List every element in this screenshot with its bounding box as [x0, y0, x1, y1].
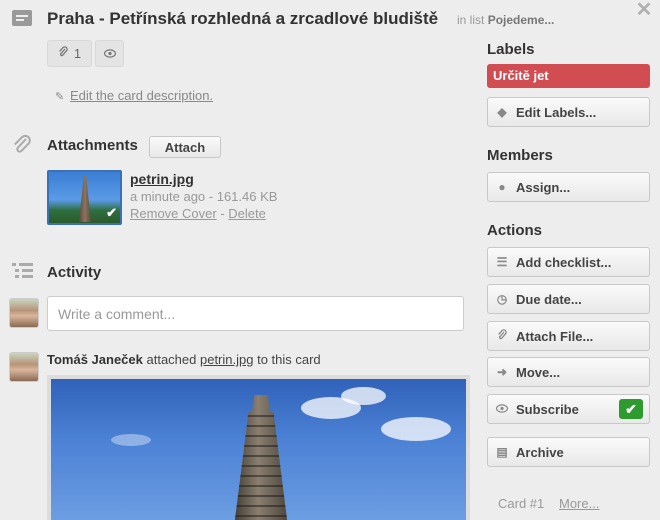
list-name-link[interactable]: Pojedeme... [488, 13, 555, 27]
archive-button[interactable]: ▤ Archive [487, 437, 650, 467]
assign-label: Assign... [516, 179, 571, 195]
attachment-actions-separator: - [216, 206, 229, 221]
activity-suffix: to this card [253, 352, 321, 367]
paperclip-icon [496, 328, 508, 344]
card-icon [12, 10, 32, 26]
pencil-icon: ✎ [55, 91, 65, 103]
remove-cover-link[interactable]: Remove Cover [130, 206, 217, 221]
subscribe-button[interactable]: Subscribe ✔ [487, 394, 650, 424]
in-list-prefix: in list [457, 13, 485, 27]
clock-icon: ◷ [496, 292, 508, 306]
move-label: Move... [516, 364, 561, 380]
in-list-text: in list Pojedeme... [457, 13, 554, 27]
attach-button[interactable]: Attach [149, 136, 221, 158]
avatar [9, 298, 39, 328]
card-title[interactable]: Praha - Petřínská rozhledná a zrcadlové … [47, 9, 438, 29]
check-icon: ✔ [106, 205, 117, 220]
watch-badge [95, 40, 124, 67]
more-link[interactable]: More... [559, 496, 599, 511]
edit-labels-button[interactable]: ◆ Edit Labels... [487, 97, 650, 127]
person-icon: ● [498, 180, 506, 194]
archive-label: Archive [516, 444, 564, 460]
attachment-meta: a minute ago - 161.46 KB [130, 189, 278, 204]
due-date-label: Due date... [516, 291, 582, 307]
attachment-file-name[interactable]: petrin.jpg [130, 171, 194, 187]
add-checklist-label: Add checklist... [516, 254, 612, 270]
attachment-count: 1 [73, 46, 82, 61]
attachments-heading: Attachments [47, 137, 138, 154]
attach-file-button[interactable]: Attach File... [487, 321, 650, 351]
activity-user[interactable]: Tomáš Janeček [47, 352, 143, 367]
eye-icon [103, 46, 116, 61]
attachment-actions: Remove Cover - Delete [130, 206, 266, 221]
attachment-preview-image[interactable] [47, 375, 470, 520]
close-icon[interactable]: ✕ [635, 0, 653, 20]
activity-file-link[interactable]: petrin.jpg [200, 352, 253, 367]
attachment-count-badge: 1 [47, 40, 92, 67]
move-button[interactable]: ➜ Move... [487, 357, 650, 387]
comment-input[interactable]: Write a comment... [47, 296, 464, 331]
edit-description-link[interactable]: Edit the card description. [70, 88, 213, 103]
avatar [9, 352, 39, 382]
activity-list-icon [12, 262, 34, 286]
due-date-button[interactable]: ◷ Due date... [487, 284, 650, 314]
assign-button[interactable]: ● Assign... [487, 172, 650, 202]
labels-heading: Labels [487, 41, 535, 58]
attach-file-label: Attach File... [516, 328, 594, 344]
activity-verb: attached [142, 352, 200, 367]
attachment-thumbnail[interactable]: ✔ [47, 170, 122, 225]
actions-heading: Actions [487, 222, 543, 239]
card-number: Card #1 [498, 496, 545, 511]
archive-icon: ▤ [496, 445, 508, 459]
arrow-right-icon: ➜ [496, 365, 508, 379]
check-icon: ✔ [619, 399, 643, 419]
activity-entry: Tomáš Janeček attached petrin.jpg to thi… [47, 352, 321, 367]
activity-heading: Activity [47, 264, 102, 281]
delete-link[interactable]: Delete [228, 206, 266, 221]
subscribe-label: Subscribe [516, 401, 579, 417]
eye-icon [495, 402, 509, 416]
paperclip-icon [12, 134, 32, 162]
edit-labels-label: Edit Labels... [516, 104, 597, 120]
tower-image [79, 176, 91, 222]
paperclip-icon [58, 46, 68, 61]
members-heading: Members [487, 147, 553, 164]
tag-icon: ◆ [497, 105, 507, 119]
checklist-icon: ☰ [496, 255, 508, 269]
add-checklist-button[interactable]: ☰ Add checklist... [487, 247, 650, 277]
label-chip[interactable]: Určitě jet [487, 64, 650, 88]
